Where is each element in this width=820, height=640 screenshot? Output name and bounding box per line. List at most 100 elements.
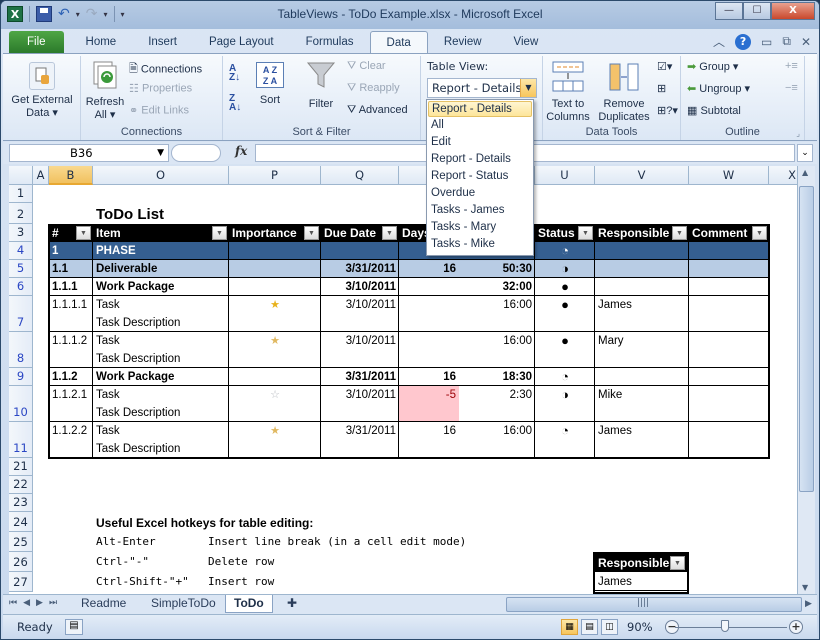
cell-item[interactable]: Deliverable [93,260,229,278]
cell-comment[interactable] [689,368,769,386]
column-header[interactable]: O [93,166,229,185]
show-detail-icon[interactable]: +≡ [785,60,798,72]
table-header-cell[interactable]: # ▼ [49,224,93,242]
table-view-option[interactable]: Edit [427,134,533,151]
cell-due-date[interactable]: 3/10/2011 [321,386,399,404]
tab-page-layout[interactable]: Page Layout [193,31,290,53]
filter-dropdown-icon[interactable]: ▼ [670,556,685,570]
name-box[interactable]: B36 ▼ [9,144,169,162]
filter-dropdown-icon[interactable]: ▼ [212,226,227,240]
tab-insert[interactable]: Insert [132,31,193,53]
cell-time[interactable]: 16:00 [459,332,535,350]
hotkey-description[interactable]: Insert row [205,575,505,593]
cell-item[interactable]: Task [93,422,229,440]
filter-button[interactable]: Filter [303,60,339,111]
table-header-cell[interactable]: Comment ▼ [689,224,769,242]
status-icon[interactable]: ◔ [535,368,595,386]
tab-file[interactable]: File [9,31,64,53]
cell-number[interactable]: 1.1.2.1 [49,386,93,404]
filter-dropdown-icon[interactable]: ▼ [578,226,593,240]
text-to-columns-button[interactable]: Text to Columns [543,60,593,124]
cell-due-date[interactable]: 3/10/2011 [321,332,399,350]
help-icon[interactable]: ? [735,33,752,50]
cell-time[interactable]: 16:00 [459,296,535,314]
mini-table-header[interactable]: Responsible ▼ [595,554,687,572]
vertical-scrollbar[interactable]: ▲ ▼ [797,166,815,594]
table-view-option[interactable]: Overdue [427,185,533,202]
table-view-option[interactable]: Tasks - James [427,202,533,219]
cell-time[interactable]: 50:30 [459,260,535,278]
cell-number[interactable]: 1.1.2.2 [49,422,93,440]
group-button[interactable]: ➡ Group ▾ [687,60,738,73]
close-button[interactable]: X [771,2,815,20]
row-header[interactable]: 1 [9,185,33,203]
filter-dropdown-icon[interactable]: ▼ [672,226,687,240]
cell-days[interactable]: -5 [399,386,459,422]
column-header[interactable]: B [49,166,93,185]
zoom-slider-thumb[interactable] [721,620,729,632]
hotkey-description[interactable]: Delete row [205,555,505,573]
normal-view-button[interactable]: ▦ [561,619,578,635]
horizontal-scrollbar[interactable]: |||| [506,597,802,612]
vertical-scroll-thumb[interactable] [799,186,814,492]
cell-responsible[interactable] [595,242,689,260]
hotkey-description[interactable]: Insert line break (in a cell edit mode) [205,535,505,553]
row-header[interactable]: 25 [9,532,33,552]
row-header[interactable]: 8 [9,332,33,368]
doc-restore-icon[interactable]: ⧉ [782,34,791,49]
worksheet-grid[interactable]: A B O P Q U V W X 1 2 3 4 5 6 7 8 9 10 11 21 22 23 24 2… [9,166,797,594]
cell-responsible[interactable] [595,368,689,386]
cell-number[interactable]: 1.1 [49,260,93,278]
page-layout-view-button[interactable]: ▤ [581,619,598,635]
tab-view[interactable]: View [498,31,555,53]
row-header[interactable]: 7 [9,296,33,332]
expand-formula-bar-icon[interactable]: ⌄ [797,144,813,162]
cell-days[interactable] [399,332,459,350]
row-header[interactable]: 5 [9,260,33,278]
hotkey-key[interactable]: Ctrl-Shift-"+" [93,575,213,593]
row-header[interactable]: 6 [9,278,33,296]
cell-number[interactable]: 1.1.1.1 [49,296,93,314]
status-icon[interactable]: ◔ [535,242,595,260]
cell-days[interactable] [399,296,459,314]
column-header[interactable]: X [769,166,797,185]
status-icon[interactable]: ● [535,296,595,314]
zoom-slider-track[interactable] [675,627,787,628]
cell-comment[interactable] [689,242,769,260]
table-header-cell[interactable]: Status ▼ [535,224,595,242]
insert-sheet-icon[interactable]: ✚ [279,595,305,613]
sheet-tab-simpletodo[interactable]: SimpleToDo [143,595,224,613]
macro-record-icon[interactable]: ▤ [65,619,83,635]
cell-due-date[interactable]: 3/31/2011 [321,260,399,278]
doc-close-icon[interactable]: ✕ [801,35,811,49]
row-header[interactable]: 22 [9,476,33,494]
status-icon[interactable]: ◔ [535,422,595,440]
scroll-down-icon[interactable]: ▼ [802,583,808,592]
minimize-button[interactable]: — [715,2,743,20]
zoom-level[interactable]: 90% [627,620,653,634]
cell-due-date[interactable]: 3/10/2011 [321,278,399,296]
row-header[interactable]: 26 [9,552,33,572]
hide-detail-icon[interactable]: −≡ [785,82,798,94]
formula-bar-splitter[interactable] [171,144,221,162]
properties-button[interactable]: ☷ Properties [129,82,192,95]
sort-button[interactable]: A ZZ A Sort [253,62,287,107]
advanced-button[interactable]: ⛛ Advanced [347,104,408,117]
cell-description[interactable]: Task Description [93,350,229,368]
row-header[interactable]: 10 [9,386,33,422]
table-view-option[interactable]: Tasks - Mike [427,236,533,253]
hotkey-key[interactable]: Ctrl-"-" [93,555,213,573]
sheet-tab-todo[interactable]: ToDo [225,595,273,613]
cell-time[interactable]: 16:00 [459,422,535,440]
get-external-data-button[interactable]: Get External Data ▾ [5,94,79,120]
column-header[interactable]: Q [321,166,399,185]
chevron-down-icon[interactable]: ▼ [157,145,164,161]
status-icon[interactable]: ● [535,278,595,296]
dialog-launcher-icon[interactable]: ⌟ [796,129,800,138]
tab-home[interactable]: Home [70,31,133,53]
table-view-option[interactable]: Report - Details [427,151,533,168]
reapply-button[interactable]: ⛛ Reapply [347,82,400,95]
cell-comment[interactable] [689,278,769,296]
filter-dropdown-icon[interactable]: ▼ [76,226,91,240]
edit-links-button[interactable]: ⚭ Edit Links [129,104,189,117]
